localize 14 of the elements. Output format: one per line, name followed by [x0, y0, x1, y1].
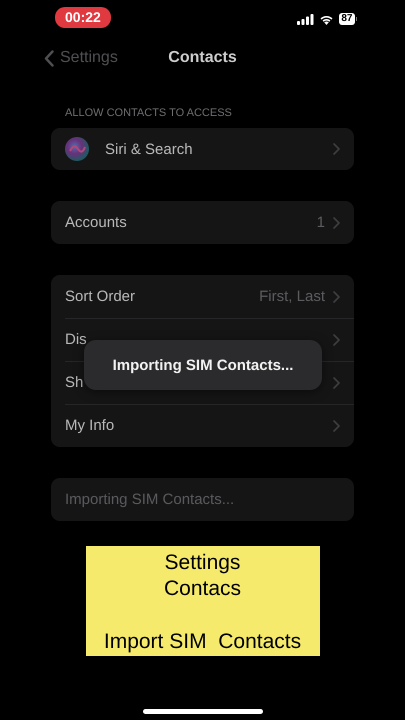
row-value: First, Last — [259, 288, 325, 305]
row-label: Accounts — [65, 214, 128, 231]
row-value: 1 — [316, 214, 325, 231]
row-label: Sh — [65, 374, 84, 391]
section-header: ALLOW CONTACTS TO ACCESS — [64, 106, 233, 121]
row-label: Sort Order — [65, 288, 136, 305]
caption-text: Settings — [164, 550, 240, 576]
battery-level: 87 — [339, 13, 354, 25]
caption-text: Contacs — [164, 576, 242, 602]
recording-time: 00:22 — [55, 7, 111, 28]
page-title: Contacts — [168, 49, 237, 67]
row-label: My Info — [65, 417, 116, 434]
row-label: Siri & Search — [105, 140, 194, 158]
caption-text: Import SIM Contacts — [104, 629, 302, 655]
